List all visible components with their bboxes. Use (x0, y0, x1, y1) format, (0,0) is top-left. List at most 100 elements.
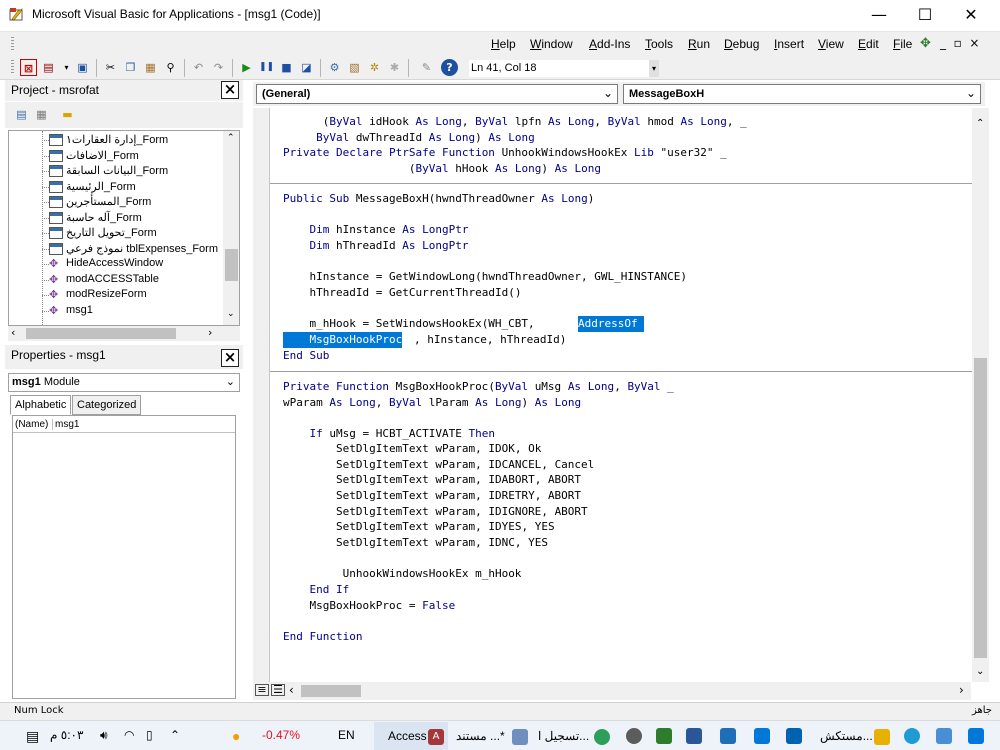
procedure-view-icon[interactable]: ≡ (255, 684, 269, 696)
stock-change[interactable]: -0.47% (262, 728, 300, 742)
code-line[interactable]: ByVal dwThreadId As Long) As Long (283, 130, 535, 146)
redo-icon[interactable]: ↷ (210, 59, 227, 76)
menu-run[interactable]: Run (688, 37, 710, 51)
tree-item-module[interactable]: ✥ msg1 (49, 304, 93, 319)
app-icon[interactable] (626, 728, 642, 744)
tree-item-form[interactable]: الرئيسية_Form (49, 180, 136, 195)
view-access-icon[interactable]: ⊠ (20, 59, 37, 76)
language-indicator[interactable]: EN (338, 728, 355, 742)
toolbar-extra-icon[interactable]: ✎ (418, 59, 435, 76)
project-hscroll-thumb[interactable] (26, 328, 176, 339)
taskbar-word-button[interactable]: مستند ...* (452, 722, 532, 750)
project-vscroll-thumb[interactable] (225, 249, 238, 281)
taskbar-explorer-button[interactable]: مستكش... (816, 722, 896, 750)
chevron-up-icon[interactable]: ⌃ (170, 728, 180, 742)
tree-item-form[interactable]: نموذج فرعي tblExpenses_Form (49, 242, 218, 257)
code-line[interactable]: End If (283, 582, 350, 598)
reset-icon[interactable]: ■ (278, 59, 295, 76)
code-line[interactable]: m_hHook = SetWindowsHookEx(WH_CBT, (283, 316, 541, 332)
menu-add-ins[interactable]: Add-Ins (589, 37, 630, 51)
project-vscroll[interactable]: ⌃ ⌄ (223, 131, 239, 325)
code-line[interactable]: (ByVal hHook As Long) As Long (283, 161, 601, 177)
mdi-window-controls[interactable]: _ ▫ × (940, 36, 979, 50)
copy-icon[interactable]: ❐ (122, 59, 139, 76)
wifi-icon[interactable]: ◠ (124, 728, 134, 742)
tree-item-module[interactable]: ✥ modACCESSTable (49, 273, 159, 288)
store-icon[interactable] (786, 728, 802, 744)
code-line[interactable]: wParam As Long, ByVal lParam As Long) As… (283, 395, 581, 411)
code-line[interactable]: SetDlgItemText wParam, IDOK, Ok (283, 441, 541, 457)
notification-icon[interactable]: ▤ (26, 728, 39, 745)
close-button[interactable]: ✕ (948, 0, 994, 31)
find-icon[interactable]: ⚲ (162, 59, 179, 76)
project-explorer-icon[interactable]: ⚙ (326, 59, 343, 76)
code-line[interactable]: SetDlgItemText wParam, IDRETRY, ABORT (283, 488, 581, 504)
code-line[interactable]: (ByVal idHook As Long, ByVal lpfn As Lon… (283, 114, 747, 130)
excel-icon[interactable] (656, 728, 672, 744)
properties-window-icon[interactable]: ▧ (346, 59, 363, 76)
taskbar-access-button[interactable]: Access A (374, 722, 448, 750)
toggle-folders-icon[interactable]: ▬ (59, 106, 76, 123)
maximize-button[interactable]: ☐ (902, 0, 948, 31)
mail-icon[interactable] (754, 728, 770, 744)
code-line[interactable]: UnhookWindowsHookEx m_hHook (283, 566, 522, 582)
edge-icon[interactable] (904, 728, 920, 744)
scroll-left-icon[interactable]: ‹ (289, 683, 294, 697)
code-line[interactable]: , hInstance, hThreadId) (414, 332, 566, 348)
task-view-icon[interactable] (936, 728, 952, 744)
dropdown-arrow-icon[interactable]: ▾ (58, 59, 75, 76)
scroll-down-icon[interactable]: ⌄ (227, 309, 235, 319)
start-icon[interactable] (968, 728, 984, 744)
taskbar-recorder-button[interactable]: تسجيل ا... (534, 722, 614, 750)
design-mode-icon[interactable]: ◪ (298, 59, 315, 76)
code-vscroll[interactable]: ⌃ ⌄ (972, 108, 989, 682)
code-line[interactable]: End Function (283, 629, 362, 645)
menu-insert[interactable]: Insert (774, 37, 804, 51)
break-icon[interactable]: ❚❚ (258, 59, 275, 76)
tree-item-form[interactable]: إدارة العقارات١_Form (49, 133, 168, 148)
scroll-left-icon[interactable]: ‹ (11, 326, 15, 339)
tree-item-module[interactable]: ✥ modResizeForm (49, 288, 147, 303)
project-hscroll[interactable]: ‹ › (8, 326, 240, 341)
code-hscroll-thumb[interactable] (301, 685, 361, 697)
menubar-grip[interactable] (11, 37, 14, 51)
cut-icon[interactable]: ✂ (102, 59, 119, 76)
code-line[interactable]: SetDlgItemText wParam, IDNC, YES (283, 535, 548, 551)
code-line[interactable]: hThreadId = GetCurrentThreadId() (283, 285, 522, 301)
code-line[interactable]: If uMsg = HCBT_ACTIVATE Then (283, 426, 495, 442)
battery-icon[interactable]: ▯ (146, 728, 153, 742)
outlook-icon[interactable] (720, 728, 736, 744)
tab-alphabetic[interactable]: Alphabetic (10, 395, 72, 415)
code-line[interactable]: MsgBoxHookProc = False (283, 598, 456, 614)
code-vscroll-thumb[interactable] (974, 358, 987, 658)
word-icon[interactable] (686, 728, 702, 744)
tree-item-form[interactable]: آله حاسبة_Form (49, 211, 142, 226)
clock[interactable]: ٥:٠٣ م (50, 728, 83, 742)
property-value[interactable]: msg1 (55, 419, 79, 430)
tab-categorized[interactable]: Categorized (72, 395, 142, 415)
menu-window[interactable]: Window (530, 37, 573, 51)
code-line-selected[interactable]: MsgBoxHookProc (283, 332, 403, 348)
undo-icon[interactable]: ↶ (190, 59, 207, 76)
stock-icon[interactable]: ● (232, 728, 240, 744)
run-icon[interactable]: ▶ (238, 59, 255, 76)
properties-close-icon[interactable]: × (221, 349, 239, 367)
toolbar-options-icon[interactable]: ▾ (649, 60, 659, 77)
scroll-up-icon[interactable]: ⌃ (227, 133, 235, 143)
code-line[interactable]: Dim hInstance As LongPtr (283, 222, 469, 238)
paste-icon[interactable]: ▦ (142, 59, 159, 76)
code-editor[interactable]: (ByVal idHook As Long, ByVal lpfn As Lon… (270, 108, 972, 682)
code-line[interactable]: Private Function MsgBoxHookProc(ByVal uM… (283, 379, 674, 395)
code-line-selected[interactable]: AddressOf (578, 316, 645, 332)
scroll-up-icon[interactable]: ⌃ (976, 118, 984, 129)
toolbox-icon[interactable]: ✱ (386, 59, 403, 76)
menu-debug[interactable]: Debug (724, 37, 759, 51)
tree-item-form[interactable]: المستأجرين_Form (49, 195, 151, 210)
help-icon[interactable]: ? (441, 59, 458, 76)
code-line[interactable]: SetDlgItemText wParam, IDABORT, ABORT (283, 472, 581, 488)
project-close-icon[interactable]: × (221, 81, 239, 99)
tree-item-form[interactable]: البيانات السابقة_Form (49, 164, 168, 179)
properties-object-combo[interactable]: msg1 Module ⌄ (8, 373, 240, 392)
minimize-button[interactable]: — (856, 0, 902, 31)
insert-module-icon[interactable]: ▤ (40, 59, 57, 76)
